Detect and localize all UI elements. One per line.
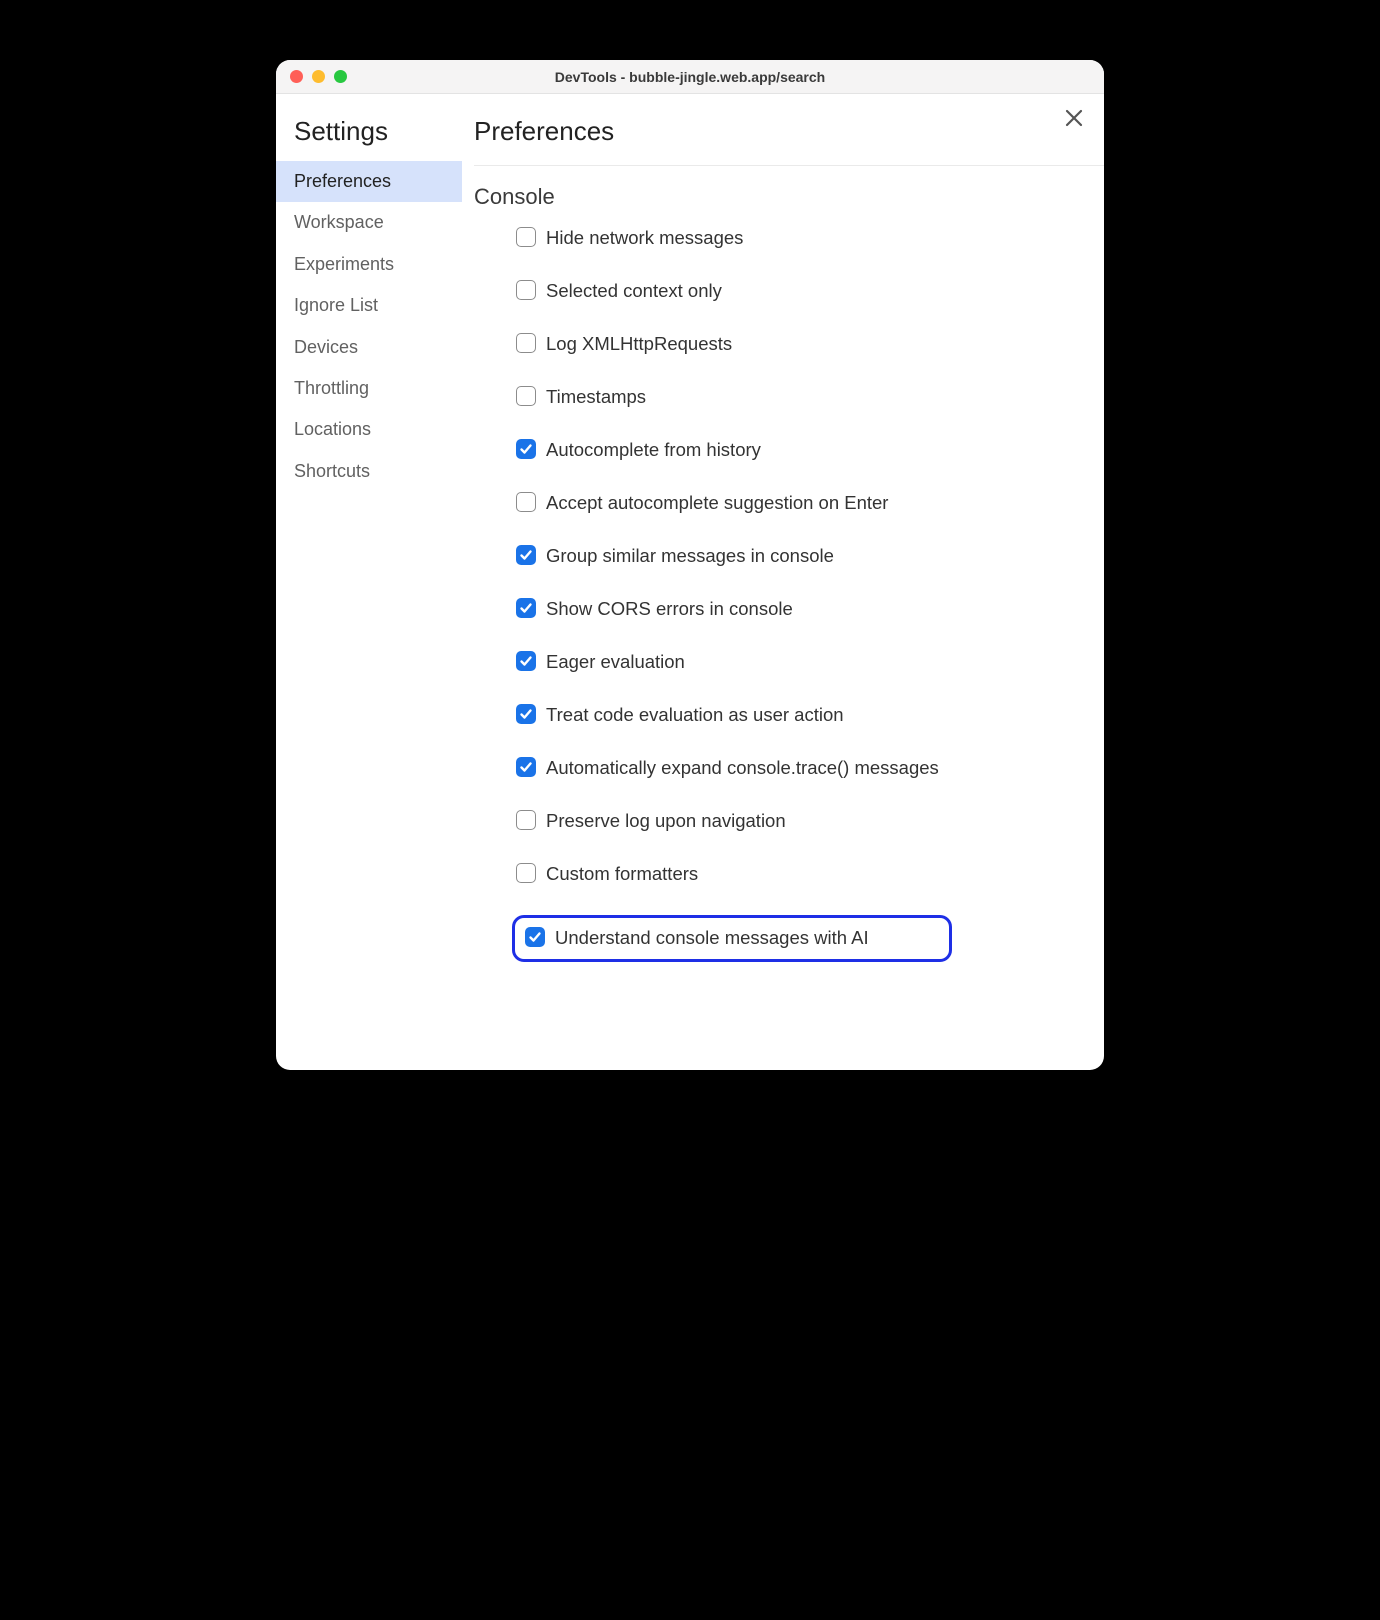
preferences-scroll-area[interactable]: Console Hide network messages Selected co… <box>474 165 1104 1070</box>
checkbox[interactable] <box>516 704 536 724</box>
sidebar-item-experiments[interactable]: Experiments <box>276 244 462 285</box>
sidebar-item-preferences[interactable]: Preferences <box>276 161 462 202</box>
option-label: Automatically expand console.trace() mes… <box>546 756 939 781</box>
settings-main: Preferences Console Hide network message… <box>462 94 1104 1070</box>
sidebar-item-label: Locations <box>294 419 371 439</box>
option-label: Preserve log upon navigation <box>546 809 786 834</box>
sidebar-item-label: Workspace <box>294 212 384 232</box>
window-minimize-button[interactable] <box>312 70 325 83</box>
checkbox[interactable] <box>516 810 536 830</box>
checkbox[interactable] <box>516 545 536 565</box>
option-label: Treat code evaluation as user action <box>546 703 844 728</box>
settings-sidebar: Settings Preferences Workspace Experiments… <box>276 94 462 1070</box>
option-hide-network-messages[interactable]: Hide network messages <box>516 226 956 251</box>
titlebar: DevTools - bubble-jingle.web.app/search <box>276 60 1104 94</box>
option-selected-context-only[interactable]: Selected context only <box>516 279 956 304</box>
option-label: Hide network messages <box>546 226 743 251</box>
checkbox[interactable] <box>516 439 536 459</box>
option-label: Group similar messages in console <box>546 544 834 569</box>
sidebar-item-shortcuts[interactable]: Shortcuts <box>276 451 462 492</box>
checkbox[interactable] <box>516 651 536 671</box>
sidebar-item-workspace[interactable]: Workspace <box>276 202 462 243</box>
checkbox[interactable] <box>516 386 536 406</box>
window-close-button[interactable] <box>290 70 303 83</box>
sidebar-title: Settings <box>276 116 462 161</box>
page-title: Preferences <box>474 116 1104 165</box>
window-title: DevTools - bubble-jingle.web.app/search <box>276 69 1104 85</box>
option-label: Understand console messages with AI <box>555 926 869 951</box>
sidebar-item-throttling[interactable]: Throttling <box>276 368 462 409</box>
checkbox[interactable] <box>516 863 536 883</box>
checkbox[interactable] <box>525 927 545 947</box>
option-log-xmlhttprequests[interactable]: Log XMLHttpRequests <box>516 332 956 357</box>
sidebar-item-label: Ignore List <box>294 295 378 315</box>
option-autocomplete-from-history[interactable]: Autocomplete from history <box>516 438 956 463</box>
sidebar-item-devices[interactable]: Devices <box>276 327 462 368</box>
option-group-similar-messages-in-console[interactable]: Group similar messages in console <box>516 544 956 569</box>
option-treat-code-evaluation-as-user-action[interactable]: Treat code evaluation as user action <box>516 703 956 728</box>
sidebar-item-label: Shortcuts <box>294 461 370 481</box>
sidebar-item-locations[interactable]: Locations <box>276 409 462 450</box>
devtools-window: DevTools - bubble-jingle.web.app/search … <box>276 60 1104 1070</box>
option-label: Selected context only <box>546 279 722 304</box>
sidebar-item-label: Devices <box>294 337 358 357</box>
sidebar-item-label: Throttling <box>294 378 369 398</box>
checkbox[interactable] <box>516 280 536 300</box>
window-zoom-button[interactable] <box>334 70 347 83</box>
checkbox[interactable] <box>516 757 536 777</box>
option-label: Custom formatters <box>546 862 698 887</box>
sidebar-item-label: Experiments <box>294 254 394 274</box>
checkbox[interactable] <box>516 227 536 247</box>
option-eager-evaluation[interactable]: Eager evaluation <box>516 650 956 675</box>
option-custom-formatters[interactable]: Custom formatters <box>516 862 956 887</box>
option-accept-autocomplete-suggestion-on-enter[interactable]: Accept autocomplete suggestion on Enter <box>516 491 956 516</box>
checkbox[interactable] <box>516 598 536 618</box>
option-show-cors-errors-in-console[interactable]: Show CORS errors in console <box>516 597 956 622</box>
option-understand-console-messages-with-ai[interactable]: Understand console messages with AI <box>512 915 952 962</box>
checkbox[interactable] <box>516 492 536 512</box>
option-label: Eager evaluation <box>546 650 685 675</box>
option-label: Accept autocomplete suggestion on Enter <box>546 491 888 516</box>
checkbox[interactable] <box>516 333 536 353</box>
option-label: Show CORS errors in console <box>546 597 793 622</box>
traffic-lights <box>276 70 347 83</box>
option-automatically-expand-console-trace-messages[interactable]: Automatically expand console.trace() mes… <box>516 756 956 781</box>
option-label: Autocomplete from history <box>546 438 761 463</box>
option-preserve-log-upon-navigation[interactable]: Preserve log upon navigation <box>516 809 956 834</box>
sidebar-item-label: Preferences <box>294 171 391 191</box>
sidebar-item-ignore-list[interactable]: Ignore List <box>276 285 462 326</box>
section-title-console: Console <box>474 166 1076 226</box>
option-label: Log XMLHttpRequests <box>546 332 732 357</box>
option-label: Timestamps <box>546 385 646 410</box>
option-timestamps[interactable]: Timestamps <box>516 385 956 410</box>
settings-body: Settings Preferences Workspace Experiments… <box>276 94 1104 1070</box>
